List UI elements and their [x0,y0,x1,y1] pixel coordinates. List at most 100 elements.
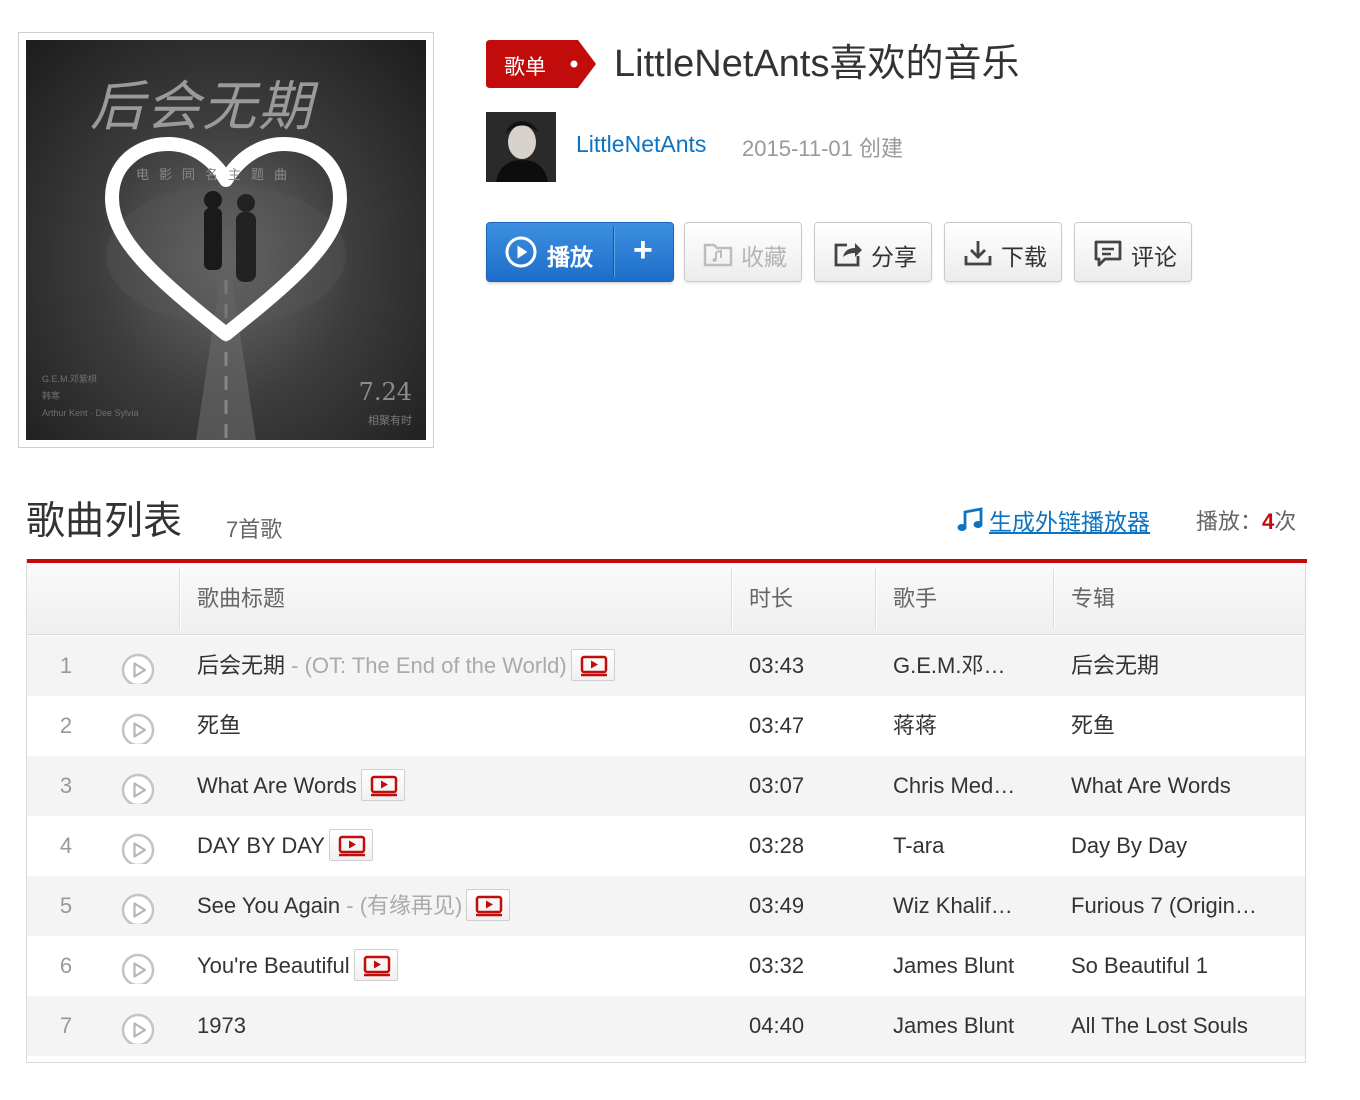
table-row[interactable]: 6 You're Beautiful 03:32 James Blunt So Beau… [27,936,1305,996]
cover-art-subtitle: 电影同名主题曲 [136,167,298,182]
track-title-cell: See You Again - (有缘再见) [197,876,737,936]
track-play-icon[interactable] [121,710,155,744]
table-row[interactable]: 1 后会无期 - (OT: The End of the World) 03:43 G… [27,636,1305,696]
track-title-link[interactable]: 死鱼 [197,713,241,738]
playlist-cover-frame: 后会无期 电影同名主题曲 G.E.M.邓紫棋 韩寒 Arthur Kent · … [18,32,434,448]
table-row[interactable]: 5 See You Again - (有缘再见) 03:49 Wiz Khalif… F… [27,876,1305,936]
play-count: 播放：4次 [1196,504,1296,536]
track-title-link[interactable]: DAY BY DAY [197,833,325,858]
play-button-group: 播放 + [486,222,674,282]
track-number: 5 [59,893,73,918]
track-title-cell: DAY BY DAY [197,816,737,876]
track-play-icon[interactable] [121,650,155,684]
track-album-link[interactable]: Furious 7 (Origin… [1071,876,1281,936]
track-title-cell: 死鱼 [197,696,737,756]
add-to-queue-button[interactable]: + [615,223,673,281]
cover-art-credits: G.E.M.邓紫棋 韩寒 Arthur Kent · Dee Sylvia [42,371,139,422]
tracklist-title: 歌曲列表 [26,500,183,543]
track-alias: - (有缘再见) [340,893,463,918]
track-title-cell: You're Beautiful [197,936,737,996]
mv-icon[interactable] [328,829,373,862]
track-title-link[interactable]: What Are Words [197,773,357,798]
playlist-title: LittleNetAnts喜欢的音乐 [614,43,1020,85]
cover-credit-line: G.E.M.邓紫棋 [42,374,98,384]
track-play-icon[interactable] [121,770,155,804]
track-title-cell: 后会无期 - (OT: The End of the World) [197,636,737,696]
comment-button[interactable]: 评论 [1074,222,1192,282]
track-title-link[interactable]: 后会无期 [197,653,285,678]
cover-art-date: 7.24 [358,378,412,406]
external-player-link[interactable]: 生成外链播放器 [989,503,1150,537]
track-table: 歌曲标题 时长 歌手 专辑 1 后会无期 - (OT: The End of th… [26,559,1307,1063]
track-artist-link[interactable]: G.E.M.邓… [893,636,1033,696]
track-number: 6 [59,953,73,978]
folder-favorite-icon [703,243,733,267]
track-artist-link[interactable]: James Blunt [893,996,1033,1056]
download-button[interactable]: 下载 [944,222,1062,282]
favorite-button-label: 收藏 [741,244,787,270]
music-note-icon [957,507,983,531]
track-title-link[interactable]: See You Again [197,893,340,918]
track-play-icon[interactable] [121,1010,155,1044]
creator-avatar[interactable] [486,112,556,182]
play-count-label: 播放： [1196,509,1263,534]
play-circle-icon [505,236,537,268]
track-album-link[interactable]: Day By Day [1071,816,1281,876]
track-duration: 03:47 [749,713,805,738]
track-title-link[interactable]: You're Beautiful [197,953,350,978]
track-play-icon[interactable] [121,830,155,864]
mv-icon[interactable] [353,949,398,982]
track-play-icon[interactable] [121,890,155,924]
play-count-value: 4 [1262,509,1275,534]
track-number: 4 [59,833,73,858]
mv-icon[interactable] [360,769,405,802]
track-artist-link[interactable]: Chris Med… [893,756,1033,816]
cover-art-title: 后会无期 [90,75,314,138]
track-title-cell: 1973 [197,996,737,1056]
track-number: 3 [59,773,73,798]
column-header-duration: 时长 [749,586,794,611]
track-artist-link[interactable]: 蒋蒋 [893,696,1033,756]
track-play-icon[interactable] [121,950,155,984]
column-header-title: 歌曲标题 [197,586,286,611]
cover-credit-line: Arthur Kent · Dee Sylvia [42,408,139,418]
track-duration: 03:28 [749,833,805,858]
cover-credit-line: 韩寒 [42,391,61,401]
track-number: 7 [59,1013,73,1038]
table-row[interactable]: 7 1973 04:40 James Blunt All The Lost Souls [27,996,1305,1056]
download-button-label: 下载 [1001,244,1047,270]
share-button[interactable]: 分享 [814,222,932,282]
track-alias: - (OT: The End of the World) [285,653,567,678]
track-duration: 03:07 [749,773,805,798]
table-row[interactable]: 4 DAY BY DAY 03:28 T-ara Day By Day [27,816,1305,876]
share-button-label: 分享 [871,244,917,270]
badge-label: 歌单 [504,56,546,79]
play-button[interactable]: 播放 [487,223,613,281]
track-album-link[interactable]: All The Lost Souls [1071,996,1281,1056]
creator-name-link[interactable]: LittleNetAnts [576,131,706,158]
table-row[interactable]: 2 死鱼 03:47 蒋蒋 死鱼 [27,696,1305,756]
comment-button-label: 评论 [1131,244,1177,270]
track-album-link[interactable]: 后会无期 [1071,636,1281,696]
track-duration: 04:40 [749,1013,805,1038]
table-row[interactable]: 3 What Are Words 03:07 Chris Med… What Are W… [27,756,1305,816]
track-duration: 03:32 [749,953,805,978]
track-number: 2 [59,713,73,738]
track-artist-link[interactable]: James Blunt [893,936,1033,996]
created-date-value: 2015-11-01 [742,136,853,161]
playlist-cover-image: 后会无期 电影同名主题曲 G.E.M.邓紫棋 韩寒 Arthur Kent · … [26,40,426,440]
mv-icon[interactable] [570,649,615,682]
mv-icon[interactable] [466,889,511,922]
track-artist-link[interactable]: Wiz Khalif… [893,876,1033,936]
track-album-link[interactable]: 死鱼 [1071,696,1281,756]
playlist-badge: 歌单 [486,40,598,88]
track-artist-link[interactable]: T-ara [893,816,1033,876]
track-album-link[interactable]: So Beautiful 1 [1071,936,1281,996]
track-number: 1 [59,653,73,678]
favorite-button[interactable]: 收藏 [684,222,802,282]
table-header: 歌曲标题 时长 歌手 专辑 [27,563,1305,635]
track-title-link[interactable]: 1973 [197,1013,246,1038]
column-header-artist: 歌手 [893,586,938,611]
comment-icon [1094,240,1122,267]
track-album-link[interactable]: What Are Words [1071,756,1281,816]
